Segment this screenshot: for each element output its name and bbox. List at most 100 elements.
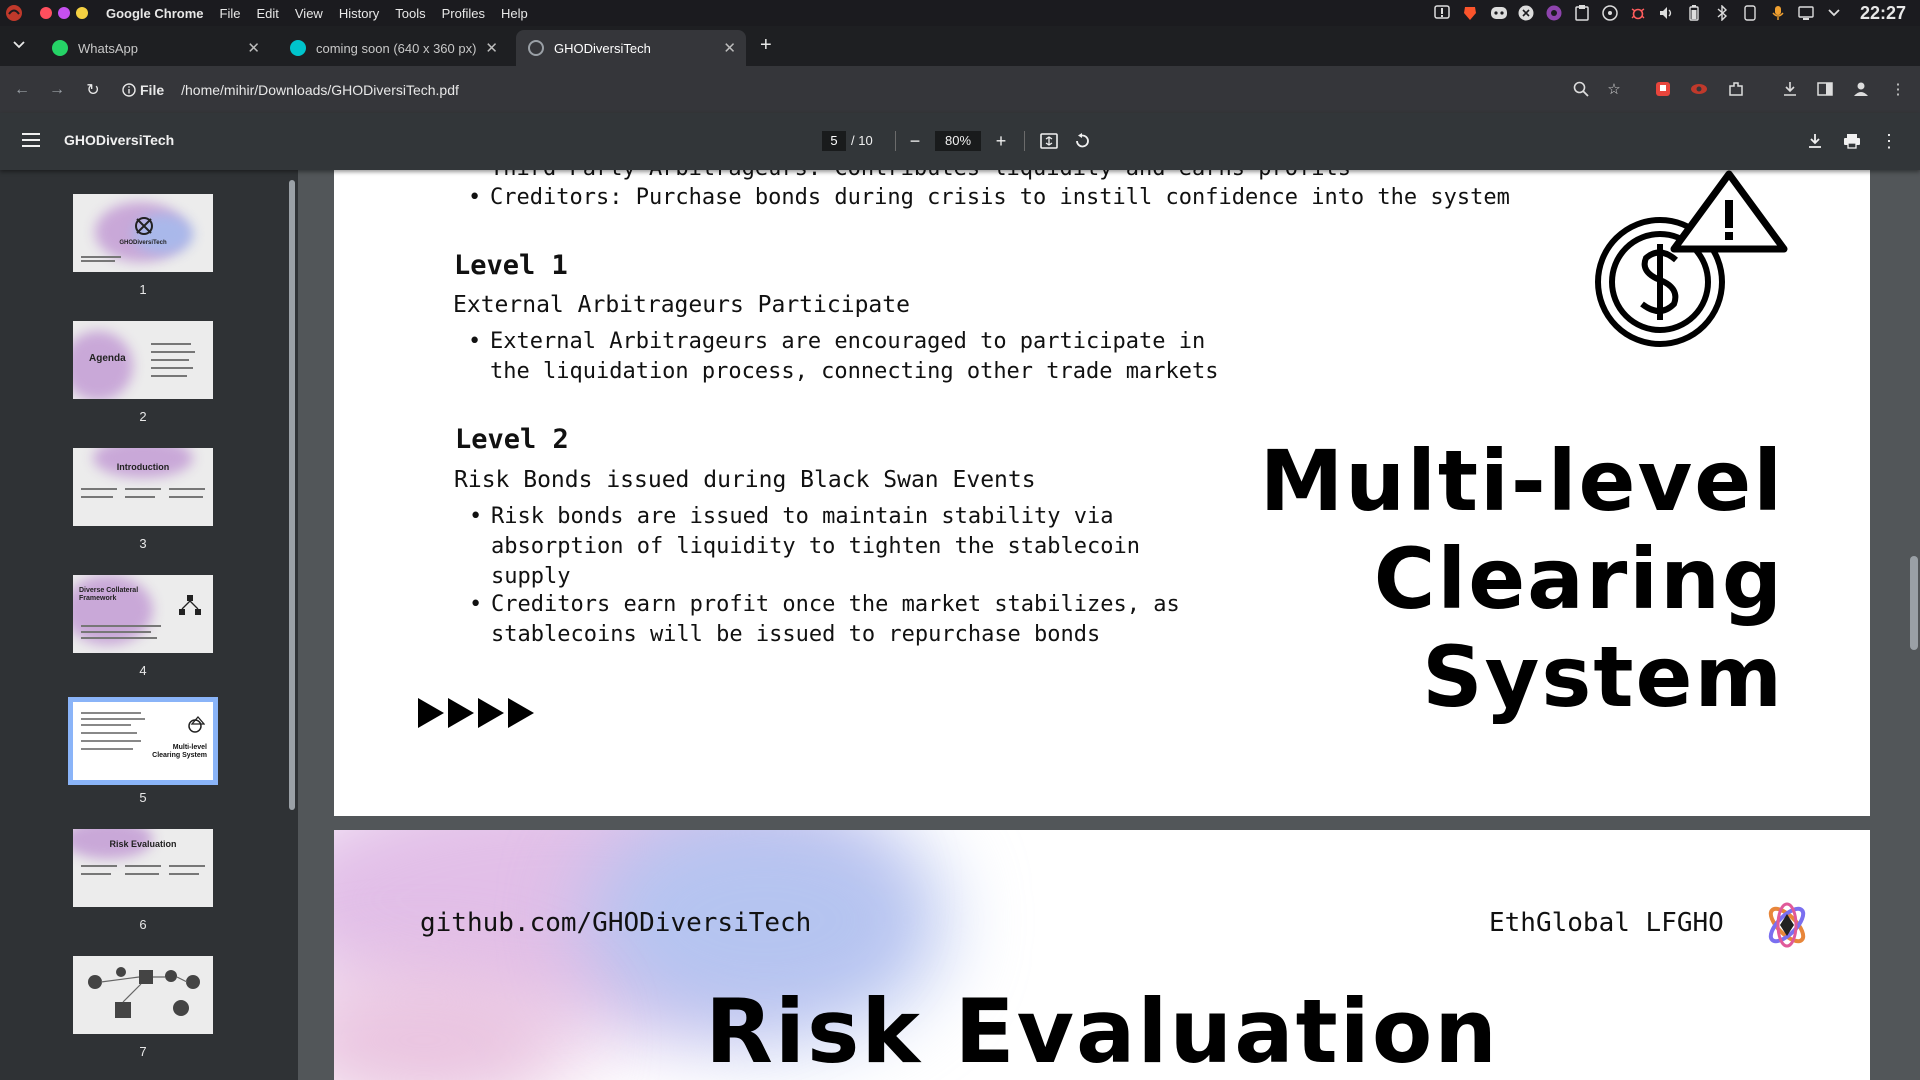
thumbnail-title: Agenda: [89, 353, 126, 364]
network-icon: [179, 595, 201, 615]
level-1-bullet: • External Arbitrageurs are encouraged to…: [468, 329, 1219, 384]
address-bar[interactable]: File /home/mihir/Downloads/GHODiversiTec…: [122, 74, 1572, 105]
logo-icon: [135, 217, 153, 235]
profile-avatar-icon[interactable]: [1850, 78, 1872, 100]
system-menubar: Google Chrome File Edit View History Too…: [0, 0, 1920, 26]
discord-icon[interactable]: [1490, 5, 1507, 22]
bluetooth-icon[interactable]: [1714, 5, 1731, 22]
globe-icon: [528, 40, 544, 56]
menu-file[interactable]: File: [220, 6, 241, 21]
page-total: / 10: [851, 133, 873, 148]
close-tab-icon[interactable]: ✕: [247, 39, 260, 57]
forward-button[interactable]: →: [44, 66, 70, 113]
menu-history[interactable]: History: [339, 6, 379, 21]
minimize-window-button[interactable]: [58, 7, 70, 19]
close-tab-icon[interactable]: ✕: [485, 39, 498, 57]
cd-icon[interactable]: [1602, 5, 1619, 22]
window-controls: [40, 7, 88, 19]
zoom-level-input[interactable]: 80%: [935, 131, 981, 151]
whatsapp-icon: [52, 40, 68, 56]
os-logo-icon[interactable]: [5, 4, 23, 22]
extension-red-icon[interactable]: [1652, 78, 1674, 100]
level-1-heading: Level 1: [454, 250, 568, 281]
download-icon: [1809, 134, 1821, 148]
viewer-scrollbar[interactable]: [1908, 170, 1920, 1080]
site-info-button[interactable]: File: [122, 82, 164, 98]
menu-edit[interactable]: Edit: [256, 6, 278, 21]
print-icon: [1844, 134, 1860, 149]
hamburger-menu-icon[interactable]: [22, 133, 40, 147]
ethereum-atom-icon: [1768, 902, 1806, 948]
rotate-button[interactable]: [1070, 129, 1094, 153]
thumbnail-number: 1: [139, 282, 147, 297]
app-name[interactable]: Google Chrome: [106, 6, 204, 21]
thumbnail-page-3[interactable]: Introduction: [73, 448, 213, 526]
back-button[interactable]: ←: [9, 66, 35, 113]
mic-icon[interactable]: [1770, 5, 1787, 22]
battery-icon[interactable]: [1686, 5, 1703, 22]
pdf-more-icon[interactable]: ⋮: [1877, 129, 1901, 153]
print-button[interactable]: [1840, 129, 1864, 153]
tab-canva[interactable]: coming soon (640 x 360 px) ✕: [278, 30, 508, 66]
pdf-viewer[interactable]: •Third Party Arbitrageurs: Contributes l…: [298, 170, 1920, 1080]
info-icon: [122, 82, 136, 97]
thumbnail-page-7[interactable]: [73, 956, 213, 1034]
clipboard-icon[interactable]: [1574, 5, 1591, 22]
bookmark-star-icon[interactable]: ☆: [1603, 78, 1625, 100]
menu-tools[interactable]: Tools: [395, 6, 425, 21]
x-icon[interactable]: [1518, 5, 1535, 22]
thumbnail-number: 7: [139, 1044, 147, 1059]
thumbnail-title: GHODiversiTech: [119, 240, 167, 246]
obs-icon[interactable]: [1546, 5, 1563, 22]
brave-icon[interactable]: [1462, 5, 1479, 22]
tab-search-icon[interactable]: [13, 41, 25, 49]
extension-eye-icon[interactable]: [1688, 78, 1710, 100]
partial-bullet: •Third Party Arbitrageurs: Contributes l…: [468, 170, 1351, 184]
side-panel-icon[interactable]: [1814, 78, 1836, 100]
volume-icon[interactable]: [1658, 5, 1675, 22]
zoom-out-button[interactable]: −: [903, 129, 927, 153]
browser-toolbar: ← → ↻ File /home/mihir/Downloads/GHODive…: [0, 66, 1920, 113]
slide-title: Risk Evaluation: [705, 980, 1499, 1080]
fit-page-button[interactable]: [1037, 129, 1061, 153]
extensions-puzzle-icon[interactable]: [1725, 78, 1747, 100]
downloads-icon[interactable]: [1779, 78, 1801, 100]
maximize-window-button[interactable]: [76, 7, 88, 19]
pdf-page-6: github.com/GHODiversiTech EthGlobal LFGH…: [334, 830, 1870, 1080]
thumbnail-title: Diverse Collateral Framework: [79, 587, 139, 602]
tab-title: WhatsApp: [78, 40, 138, 56]
thumbnail-page-1[interactable]: GHODiversiTech: [73, 194, 213, 272]
clock[interactable]: 22:27: [1860, 3, 1906, 24]
menu-help[interactable]: Help: [501, 6, 528, 21]
thumbnail-page-4[interactable]: Diverse Collateral Framework: [73, 575, 213, 653]
menu-view[interactable]: View: [295, 6, 323, 21]
thumbnail-number: 5: [139, 790, 147, 805]
phone-icon[interactable]: [1742, 5, 1759, 22]
thumbnail-page-5[interactable]: Multi-level Clearing System: [68, 697, 218, 785]
sidebar-scrollbar[interactable]: [286, 170, 298, 1080]
pdf-download-button[interactable]: [1803, 129, 1827, 153]
zoom-in-button[interactable]: +: [989, 129, 1013, 153]
tab-ghodiversitech[interactable]: GHODiversiTech ✕: [516, 30, 746, 66]
pdf-title: GHODiversiTech: [64, 132, 175, 148]
arrows-decoration: [418, 698, 534, 728]
url-text[interactable]: /home/mihir/Downloads/GHODiversiTech.pdf: [181, 82, 459, 98]
reload-button[interactable]: ↻: [80, 66, 106, 113]
thumbnail-page-6[interactable]: Risk Evaluation: [73, 829, 213, 907]
alert-icon[interactable]: [1434, 5, 1451, 22]
pdf-page-5: •Third Party Arbitrageurs: Contributes l…: [334, 170, 1870, 816]
menu-profiles[interactable]: Profiles: [442, 6, 485, 21]
bug-icon[interactable]: [1630, 5, 1647, 22]
divider: [895, 131, 896, 151]
level-2-subheading: Risk Bonds issued during Black Swan Even…: [454, 467, 1036, 493]
close-window-button[interactable]: [40, 7, 52, 19]
browser-menu-icon[interactable]: ⋮: [1887, 78, 1909, 100]
display-icon[interactable]: [1798, 5, 1815, 22]
tab-whatsapp[interactable]: WhatsApp ✕: [40, 30, 270, 66]
close-tab-icon[interactable]: ✕: [723, 39, 736, 57]
chevron-down-icon[interactable]: [1826, 5, 1843, 22]
thumbnail-page-2[interactable]: Agenda: [73, 321, 213, 399]
zoom-icon[interactable]: [1570, 78, 1592, 100]
page-number-input[interactable]: 5: [822, 131, 846, 151]
new-tab-button[interactable]: +: [760, 34, 772, 57]
